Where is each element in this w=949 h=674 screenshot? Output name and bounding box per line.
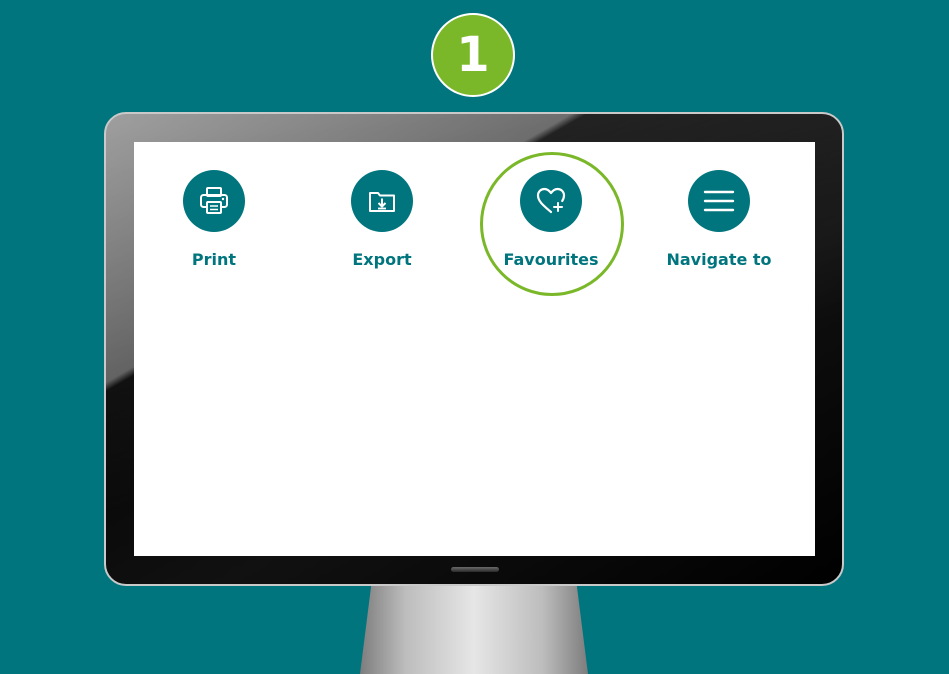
export-icon-circle — [351, 170, 413, 232]
printer-icon — [200, 187, 228, 214]
favourites-icon-circle — [520, 170, 582, 232]
folder-download-icon — [369, 192, 395, 212]
export-label: Export — [352, 250, 412, 269]
print-icon-circle — [183, 170, 245, 232]
step-number-badge: 1 — [431, 13, 515, 97]
step-number: 1 — [456, 27, 490, 83]
favourites-button[interactable]: Favourites — [481, 170, 621, 269]
favourites-label: Favourites — [503, 250, 599, 269]
print-button[interactable]: Print — [144, 170, 284, 269]
action-menu: Print Export Favourites Navigate to — [134, 152, 815, 296]
print-label: Print — [191, 250, 237, 269]
export-button[interactable]: Export — [312, 170, 452, 269]
monitor-home-slot — [451, 567, 499, 572]
navigate-icon-circle — [688, 170, 750, 232]
heart-plus-icon — [536, 187, 566, 214]
monitor-screen: Print Export Favourites Navigate to — [134, 142, 815, 556]
navigate-to-button[interactable]: Navigate to — [649, 170, 789, 269]
hamburger-menu-icon — [703, 190, 735, 212]
monitor-stand — [360, 584, 588, 674]
navigate-to-label: Navigate to — [666, 250, 772, 269]
